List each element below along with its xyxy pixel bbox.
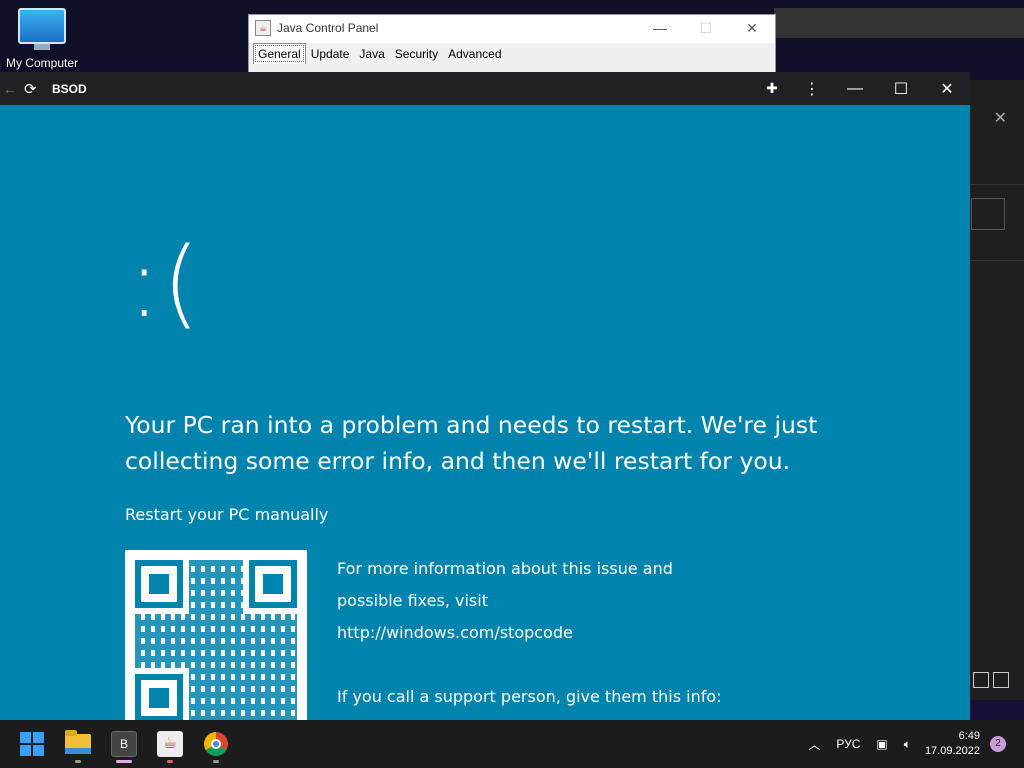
extensions-puzzle-icon[interactable]: ✚: [752, 80, 792, 97]
taskbar-chrome[interactable]: [194, 722, 238, 766]
error-message: Your PC ran into a problem and needs to …: [125, 411, 818, 475]
my-computer-label: My Computer: [5, 56, 79, 70]
info-line-1: For more information about this issue an…: [337, 559, 673, 578]
background-input[interactable]: [971, 198, 1005, 230]
java-icon: ☕: [157, 731, 183, 757]
browser-window: ← ⟳ BSOD ✚ ⋮ — ☐ ✕ :( Your PC ran into a…: [0, 72, 970, 720]
taskbar-file-explorer[interactable]: [56, 722, 100, 766]
reload-icon[interactable]: ⟳: [24, 80, 44, 98]
maximize-button[interactable]: ☐: [683, 20, 729, 37]
list-view-icon[interactable]: [973, 672, 989, 688]
tab-general[interactable]: General: [253, 43, 306, 64]
language-indicator[interactable]: РУС: [836, 737, 860, 751]
background-window: ✕: [968, 80, 1024, 700]
my-computer-shortcut[interactable]: My Computer: [2, 8, 82, 70]
tab-update[interactable]: Update: [306, 43, 355, 65]
qr-code: [125, 550, 307, 720]
chrome-icon: [204, 732, 228, 756]
volume-icon[interactable]: 🔈︎: [904, 737, 911, 752]
close-button[interactable]: ✕: [729, 20, 775, 37]
restart-instruction: Restart your PC manually: [125, 505, 329, 524]
time: 6:49: [958, 730, 980, 742]
taskbar-b-app[interactable]: B: [102, 722, 146, 766]
tab-security[interactable]: Security: [390, 43, 443, 65]
java-tabs: General Update Java Security Advanced: [249, 43, 775, 73]
bsod-screen: :( Your PC ran into a problem and needs …: [0, 105, 970, 720]
close-icon[interactable]: ✕: [994, 108, 1007, 128]
java-titlebar: ☕ Java Control Panel — ☐ ✕: [249, 15, 775, 41]
java-control-panel-window: ☕ Java Control Panel — ☐ ✕ General Updat…: [248, 14, 776, 76]
minimize-button[interactable]: —: [832, 80, 878, 98]
details-view-icon[interactable]: [993, 672, 1009, 688]
info-text: For more information about this issue an…: [337, 553, 722, 713]
b-app-icon: B: [111, 731, 137, 757]
computer-icon: [18, 8, 66, 44]
tab-advanced[interactable]: Advanced: [443, 43, 506, 65]
support-info: If you call a support person, give them …: [337, 687, 722, 706]
browser-titlebar: ← ⟳ BSOD ✚ ⋮ — ☐ ✕: [0, 72, 970, 105]
back-arrow-icon[interactable]: ←: [0, 81, 20, 97]
chevron-up-icon[interactable]: ︿: [808, 736, 820, 753]
windows-icon: [20, 732, 44, 756]
taskbar-java[interactable]: ☕: [148, 722, 192, 766]
more-menu-icon[interactable]: ⋮: [792, 79, 832, 99]
tab-java[interactable]: Java: [354, 43, 389, 65]
maximize-button[interactable]: ☐: [878, 79, 924, 99]
date: 17.09.2022: [924, 745, 980, 757]
taskbar: B ☕ ︿ РУС ▣ 🔈︎ 6:49 17.09.2022 2: [0, 720, 1024, 768]
network-icon[interactable]: ▣: [876, 737, 887, 751]
info-line-2: possible fixes, visit: [337, 591, 488, 610]
clock[interactable]: 6:49 17.09.2022: [925, 729, 980, 759]
sad-face: :(: [128, 227, 202, 339]
close-button[interactable]: ✕: [924, 79, 970, 99]
java-icon: ☕: [255, 20, 271, 36]
background-window-strip: [774, 8, 1024, 38]
browser-title: BSOD: [52, 81, 87, 96]
notification-badge[interactable]: 2: [990, 736, 1006, 752]
minimize-button[interactable]: —: [637, 20, 683, 37]
system-tray: ︿ РУС ▣ 🔈︎ 6:49 17.09.2022 2: [800, 729, 1024, 759]
java-window-title: Java Control Panel: [277, 21, 379, 35]
start-button[interactable]: [10, 722, 54, 766]
folder-icon: [65, 730, 91, 754]
stopcode-url: http://windows.com/stopcode: [337, 623, 573, 642]
